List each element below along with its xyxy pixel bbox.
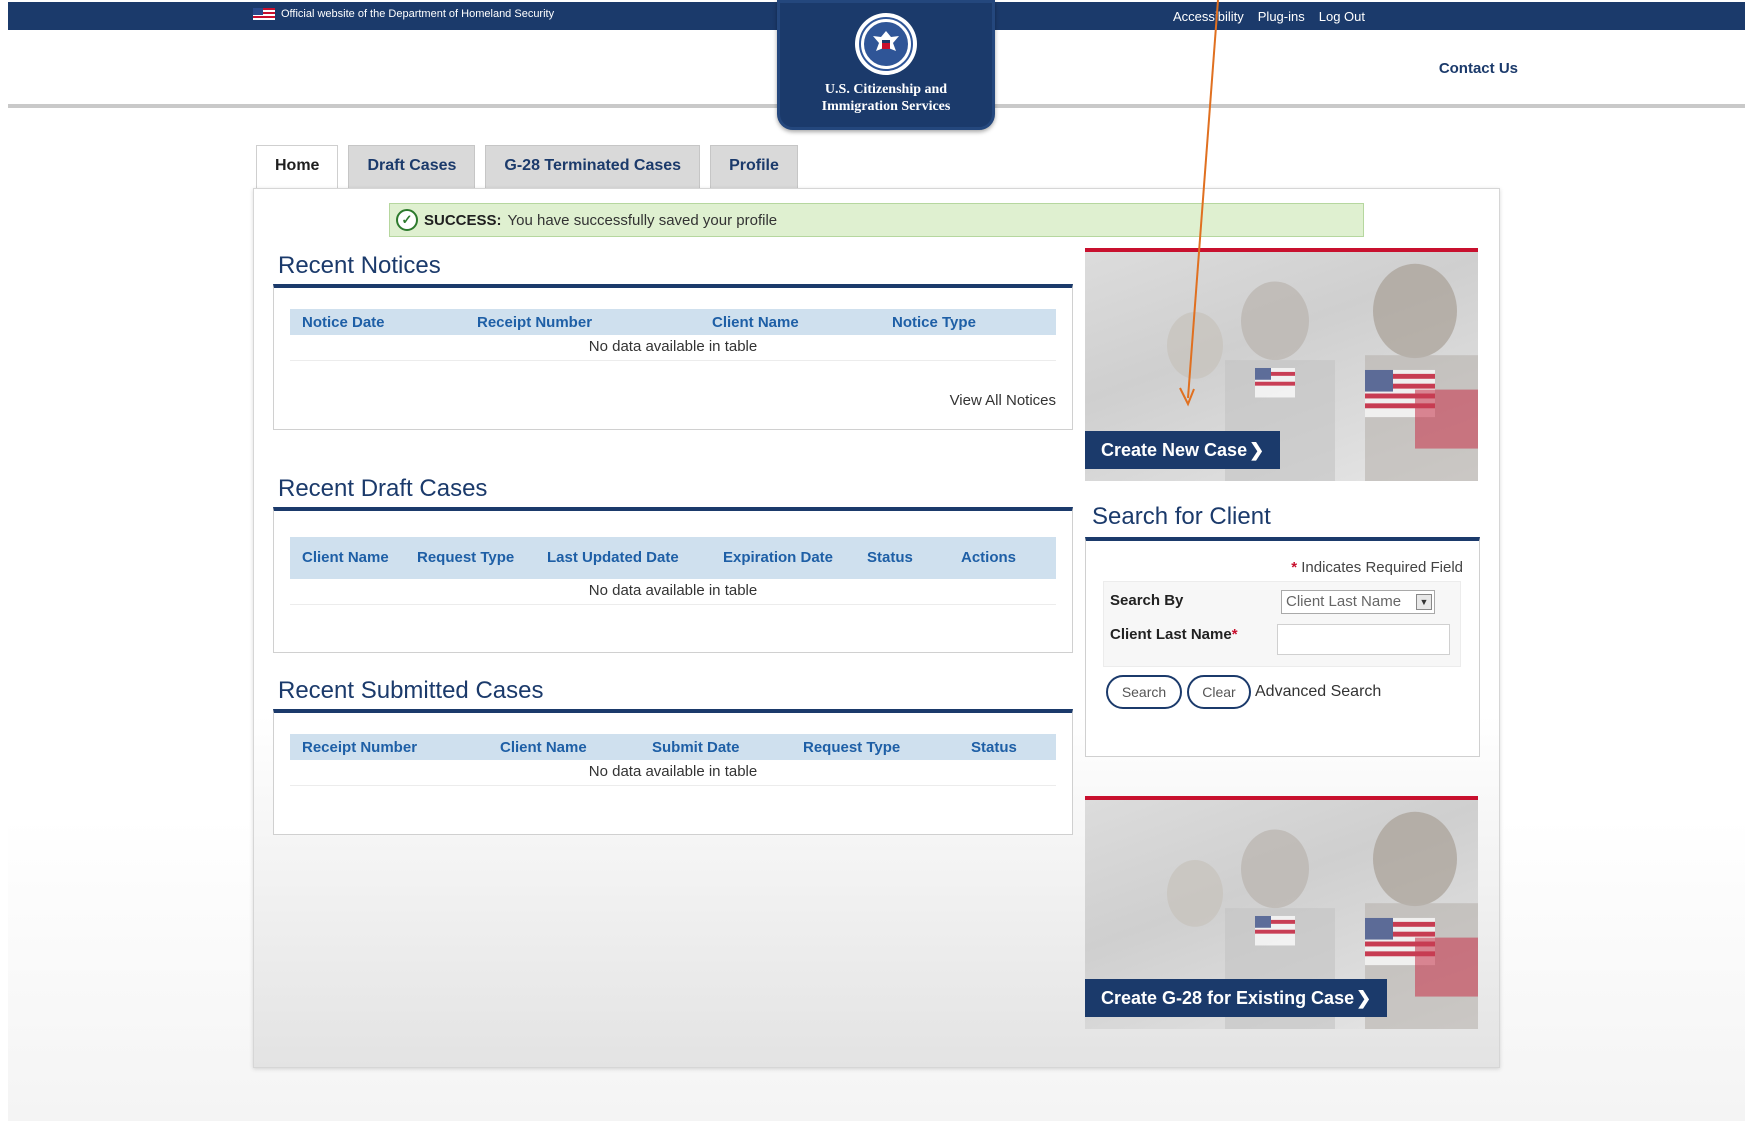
required-asterisk: * bbox=[1291, 559, 1298, 576]
column-header[interactable]: Last Updated Date bbox=[547, 549, 723, 567]
column-header[interactable]: Status bbox=[867, 549, 961, 567]
advanced-search-link[interactable]: Advanced Search bbox=[1255, 683, 1381, 701]
column-header[interactable]: Expiration Date bbox=[723, 549, 867, 567]
column-header[interactable]: Client Name bbox=[500, 739, 652, 756]
create-new-case-label: Create New Case bbox=[1101, 440, 1248, 460]
column-header[interactable]: Request Type bbox=[803, 739, 971, 756]
create-g28-label: Create G-28 for Existing Case bbox=[1101, 988, 1355, 1008]
search-by-label: Search By bbox=[1110, 592, 1184, 609]
success-label: SUCCESS: bbox=[424, 211, 502, 229]
recent-notices-table: Notice Date Receipt Number Client Name N… bbox=[290, 309, 1056, 361]
column-header[interactable]: Actions bbox=[961, 549, 1016, 567]
empty-table-message: No data available in table bbox=[290, 335, 1056, 361]
create-g28-button[interactable]: Create G-28 for Existing Case ❯ bbox=[1085, 979, 1388, 1017]
required-field-note: * Indicates Required Field bbox=[1291, 559, 1463, 576]
contact-us-link[interactable]: Contact Us bbox=[1439, 60, 1518, 77]
column-header[interactable]: Receipt Number bbox=[302, 739, 500, 756]
table-header: Client Name Request Type Last Updated Da… bbox=[290, 537, 1056, 579]
logo-line-2: Immigration Services bbox=[821, 99, 951, 114]
create-g28-banner[interactable]: Create G-28 for Existing Case ❯ bbox=[1085, 796, 1478, 1029]
recent-submitted-table: Receipt Number Client Name Submit Date R… bbox=[290, 734, 1056, 786]
table-header: Notice Date Receipt Number Client Name N… bbox=[290, 309, 1056, 335]
column-header[interactable]: Client Name bbox=[712, 314, 892, 331]
column-header[interactable]: Notice Date bbox=[302, 314, 477, 331]
main-tabs: Home Draft Cases G-28 Terminated Cases P… bbox=[256, 145, 798, 191]
official-website-text: Official website of the Department of Ho… bbox=[281, 8, 555, 20]
column-header[interactable]: Request Type bbox=[417, 549, 547, 567]
dhs-seal-icon bbox=[855, 13, 917, 75]
plugins-link[interactable]: Plug-ins bbox=[1258, 9, 1305, 24]
us-flag-icon bbox=[253, 8, 275, 20]
dropdown-arrow-icon: ▼ bbox=[1416, 594, 1432, 610]
chevron-right-icon: ❯ bbox=[1356, 988, 1372, 1008]
accessibility-link[interactable]: Accessibility bbox=[1173, 9, 1244, 24]
search-for-client-panel: * Indicates Required Field Search By Cli… bbox=[1085, 537, 1480, 757]
client-last-name-label: Client Last Name* bbox=[1110, 626, 1238, 643]
view-all-notices-link[interactable]: View All Notices bbox=[950, 392, 1056, 409]
recent-notices-panel: Notice Date Receipt Number Client Name N… bbox=[273, 284, 1073, 430]
tab-home[interactable]: Home bbox=[256, 145, 339, 191]
search-by-value: Client Last Name bbox=[1286, 593, 1402, 610]
search-by-select[interactable]: Client Last Name ▼ bbox=[1281, 590, 1435, 614]
empty-table-message: No data available in table bbox=[290, 579, 1056, 605]
uscis-logo[interactable]: U.S. Citizenship and Immigration Service… bbox=[777, 0, 995, 130]
create-new-case-button[interactable]: Create New Case ❯ bbox=[1085, 431, 1281, 469]
column-header[interactable]: Client Name bbox=[302, 549, 417, 567]
recent-drafts-title: Recent Draft Cases bbox=[278, 475, 488, 502]
client-last-name-input[interactable] bbox=[1277, 624, 1450, 655]
empty-table-message: No data available in table bbox=[290, 760, 1056, 786]
success-message: ✓ SUCCESS: You have successfully saved y… bbox=[389, 203, 1364, 237]
clear-button[interactable]: Clear bbox=[1187, 675, 1251, 709]
logo-line-1: U.S. Citizenship and bbox=[824, 82, 948, 97]
tab-draft-cases[interactable]: Draft Cases bbox=[348, 145, 476, 189]
check-circle-icon: ✓ bbox=[396, 209, 418, 231]
recent-drafts-table: Client Name Request Type Last Updated Da… bbox=[290, 537, 1056, 605]
create-new-case-banner[interactable]: Create New Case ❯ bbox=[1085, 248, 1478, 481]
table-header: Receipt Number Client Name Submit Date R… bbox=[290, 734, 1056, 760]
required-note-text: Indicates Required Field bbox=[1301, 559, 1463, 576]
utility-links: Accessibility Plug-ins Log Out bbox=[1173, 9, 1365, 24]
column-header[interactable]: Submit Date bbox=[652, 739, 803, 756]
column-header[interactable]: Notice Type bbox=[892, 314, 976, 331]
required-asterisk: * bbox=[1231, 626, 1238, 643]
recent-notices-title: Recent Notices bbox=[278, 252, 441, 279]
column-header[interactable]: Receipt Number bbox=[477, 314, 712, 331]
client-last-name-label-text: Client Last Name bbox=[1110, 626, 1232, 643]
page: Official website of the Department of Ho… bbox=[0, 0, 1745, 1121]
search-for-client-title: Search for Client bbox=[1092, 503, 1271, 530]
success-text: You have successfully saved your profile bbox=[507, 211, 778, 229]
official-website-banner: Official website of the Department of Ho… bbox=[253, 8, 554, 20]
search-button[interactable]: Search bbox=[1106, 675, 1182, 709]
tab-g28-terminated-cases[interactable]: G-28 Terminated Cases bbox=[485, 145, 701, 189]
search-form: Search By Client Last Name ▼ Client Last… bbox=[1103, 581, 1461, 667]
column-header[interactable]: Status bbox=[971, 739, 1017, 756]
logout-link[interactable]: Log Out bbox=[1319, 9, 1365, 24]
tab-profile[interactable]: Profile bbox=[710, 145, 798, 189]
recent-submitted-panel: Receipt Number Client Name Submit Date R… bbox=[273, 709, 1073, 835]
recent-drafts-panel: Client Name Request Type Last Updated Da… bbox=[273, 507, 1073, 653]
recent-submitted-title: Recent Submitted Cases bbox=[278, 677, 544, 704]
chevron-right-icon: ❯ bbox=[1249, 440, 1265, 460]
